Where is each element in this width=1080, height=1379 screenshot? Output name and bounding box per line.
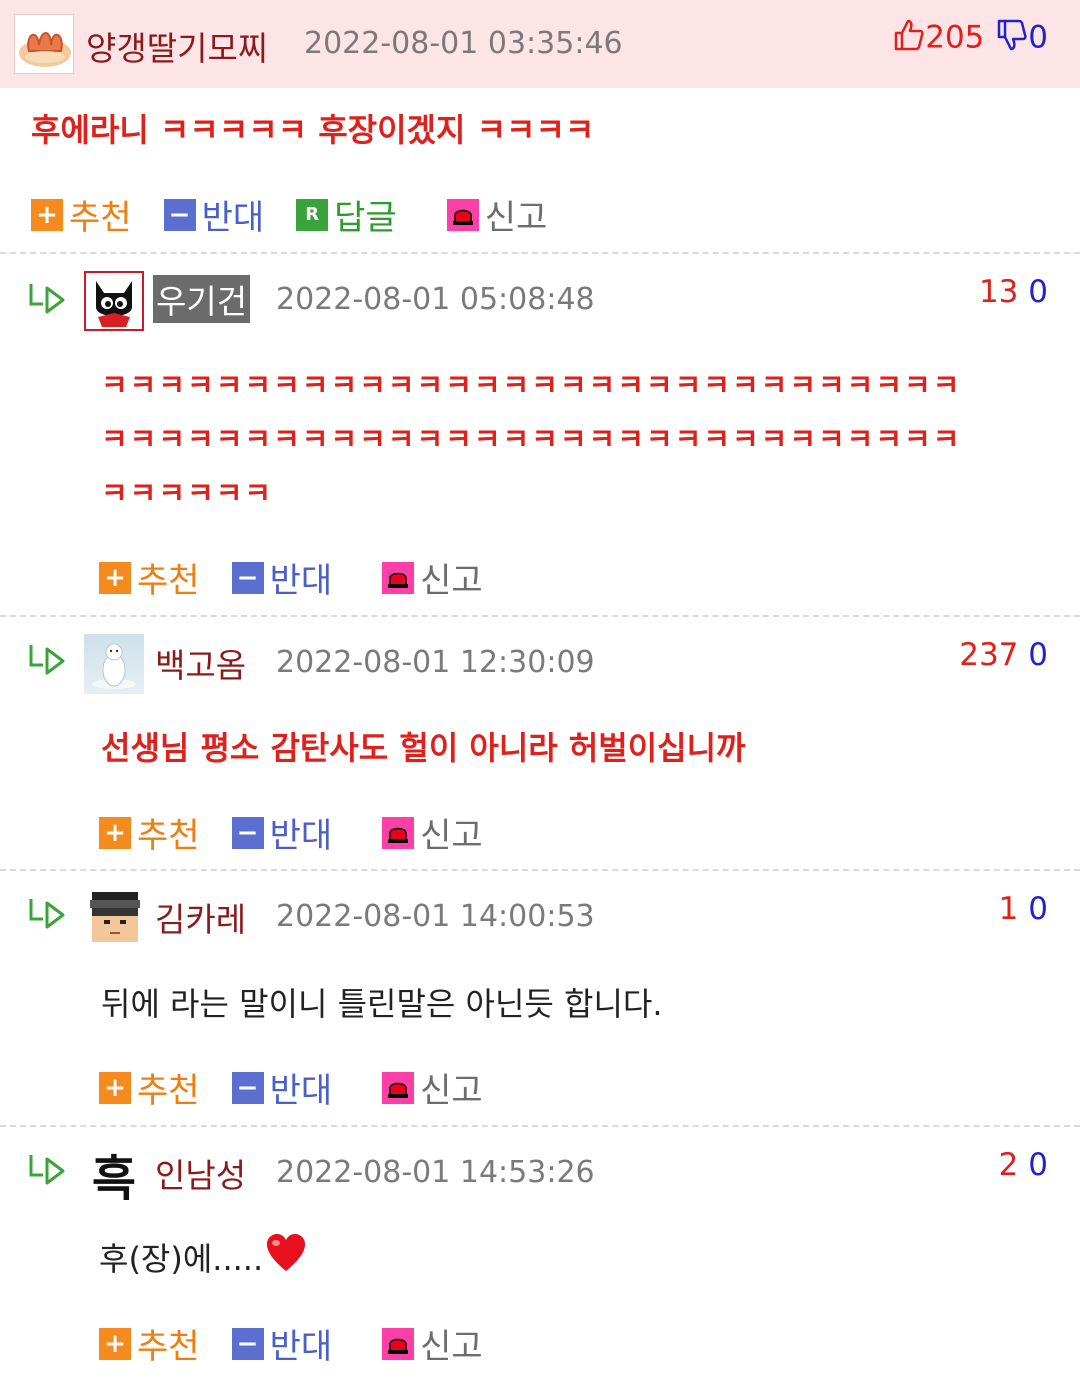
- up-count: 205: [925, 19, 985, 56]
- comment-actions: + 추천 − 반대 신고: [99, 553, 515, 602]
- down-count: 0: [1028, 637, 1048, 673]
- comment-text: 후에라니 ㅋㅋㅋㅋㅋ 후장이겠지 ㅋㅋㅋㅋ: [31, 111, 595, 149]
- up-count: 2: [998, 1147, 1019, 1183]
- comment-text: ㅋㅋㅋㅋㅋㅋㅋㅋㅋㅋㅋㅋㅋㅋㅋㅋㅋㅋㅋㅋㅋㅋㅋㅋㅋㅋㅋㅋㅋㅋ ㅋㅋㅋㅋㅋㅋㅋㅋㅋ…: [101, 358, 961, 520]
- minus-icon: −: [163, 198, 196, 231]
- plus-icon: +: [99, 1071, 131, 1104]
- reply-icon: R: [296, 198, 329, 231]
- siren-icon: [382, 561, 415, 594]
- recommend-button[interactable]: + 추천: [99, 553, 200, 602]
- avatar[interactable]: [14, 14, 74, 74]
- comment-reply: 흑 인남성 2022-08-01 14:53:26 2 0 후(장)에.....…: [0, 1127, 1080, 1379]
- minus-icon: −: [231, 1071, 264, 1104]
- recommend-button[interactable]: + 추천: [31, 190, 132, 239]
- up-count: 13: [978, 274, 1019, 310]
- up-count: 1: [998, 891, 1019, 927]
- comment-actions: + 추천 − 반대 신고: [99, 808, 515, 857]
- plus-icon: +: [31, 198, 63, 231]
- recommend-button[interactable]: + 추천: [99, 1063, 200, 1112]
- heart-icon: [265, 1233, 307, 1289]
- oppose-button[interactable]: − 반대: [231, 808, 332, 857]
- comment-actions: + 추천 − 반대 신고: [99, 1319, 515, 1368]
- comment-text: 선생님 평소 감탄사도 헐이 아니라 허벌이십니까: [101, 729, 746, 767]
- avatar[interactable]: [84, 271, 144, 331]
- nickname[interactable]: 김카레: [155, 893, 246, 941]
- thumbs-up-icon: [893, 18, 925, 60]
- comment-text: 뒤에 라는 말이니 틀린말은 아닌듯 합니다.: [101, 985, 663, 1023]
- down-count: 0: [1028, 891, 1048, 927]
- comment-date: 2022-08-01 12:30:09: [276, 645, 595, 680]
- comment-root: 양갱딸기모찌 2022-08-01 03:35:46 205 0 후에라니 ㅋㅋ…: [0, 0, 1080, 254]
- siren-icon: [382, 1071, 415, 1104]
- avatar[interactable]: [84, 888, 144, 948]
- comment-text: 후(장)에.....: [99, 1232, 307, 1289]
- down-count: 0: [1028, 274, 1048, 310]
- report-button[interactable]: 신고: [382, 1063, 483, 1112]
- reply-button[interactable]: R 답글: [296, 190, 397, 239]
- comment-actions: + 추천 − 반대 R 답글 신고: [31, 190, 579, 239]
- plus-icon: +: [99, 816, 131, 849]
- vote-counts: 2 0: [999, 1147, 1048, 1183]
- comment-date: 2022-08-01 14:53:26: [276, 1155, 595, 1190]
- minus-icon: −: [231, 561, 264, 594]
- report-button[interactable]: 신고: [382, 553, 483, 602]
- down-count: 0: [1028, 19, 1048, 56]
- comment-line: ㅋㅋㅋㅋㅋㅋㅋㅋㅋㅋㅋㅋㅋㅋㅋㅋㅋㅋㅋㅋㅋㅋㅋㅋㅋㅋㅋㅋㅋㅋ: [101, 368, 962, 402]
- comment-reply: 백고옴 2022-08-01 12:30:09 237 0 선생님 평소 감탄사…: [0, 617, 1080, 871]
- reply-arrow-icon: [27, 895, 67, 931]
- nickname[interactable]: 백고옴: [155, 639, 246, 687]
- reply-arrow-icon: [27, 641, 67, 677]
- vote-counts: 237 0: [959, 637, 1048, 673]
- plus-icon: +: [99, 1327, 131, 1360]
- siren-icon: [446, 198, 479, 231]
- plus-icon: +: [99, 561, 131, 594]
- report-button[interactable]: 신고: [446, 190, 547, 239]
- vote-counts: 205 0: [893, 18, 1048, 60]
- avatar[interactable]: [84, 634, 144, 694]
- siren-icon: [382, 1327, 415, 1360]
- reply-arrow-icon: [27, 280, 67, 316]
- recommend-button[interactable]: + 추천: [99, 1319, 200, 1368]
- reply-arrow-icon: [27, 1151, 67, 1187]
- nickname[interactable]: 인남성: [155, 1149, 246, 1197]
- comment-line: ㅋㅋㅋㅋㅋㅋㅋㅋㅋㅋㅋㅋㅋㅋㅋㅋㅋㅋㅋㅋㅋㅋㅋㅋㅋㅋㅋㅋㅋㅋ: [101, 422, 962, 456]
- comment-reply: 우기건 2022-08-01 05:08:48 13 0 ㅋㅋㅋㅋㅋㅋㅋㅋㅋㅋㅋ…: [0, 254, 1080, 617]
- vote-counts: 1 0: [999, 891, 1048, 927]
- siren-icon: [382, 816, 415, 849]
- oppose-button[interactable]: − 반대: [231, 1063, 332, 1112]
- comment-actions: + 추천 − 반대 신고: [99, 1063, 515, 1112]
- vote-counts: 13 0: [979, 274, 1048, 310]
- nickname[interactable]: 양갱딸기모찌: [86, 22, 268, 70]
- comment-date: 2022-08-01 14:00:53: [276, 899, 595, 934]
- down-count: 0: [1028, 1147, 1048, 1183]
- comment-date: 2022-08-01 03:35:46: [304, 26, 623, 61]
- thumbs-down-icon: [996, 18, 1028, 60]
- minus-icon: −: [231, 816, 264, 849]
- comment-line: ㅋㅋㅋㅋㅋㅋ: [101, 476, 274, 510]
- oppose-button[interactable]: − 반대: [163, 190, 264, 239]
- up-count: 237: [959, 637, 1019, 673]
- report-button[interactable]: 신고: [382, 1319, 483, 1368]
- recommend-button[interactable]: + 추천: [99, 808, 200, 857]
- comment-date: 2022-08-01 05:08:48: [276, 282, 595, 317]
- minus-icon: −: [231, 1327, 264, 1360]
- comment-reply: 김카레 2022-08-01 14:00:53 1 0 뒤에 라는 말이니 틀린…: [0, 871, 1080, 1127]
- avatar[interactable]: 흑: [84, 1141, 144, 1207]
- report-button[interactable]: 신고: [382, 808, 483, 857]
- oppose-button[interactable]: − 반대: [231, 1319, 332, 1368]
- nickname[interactable]: 우기건: [153, 275, 251, 323]
- oppose-button[interactable]: − 반대: [231, 553, 332, 602]
